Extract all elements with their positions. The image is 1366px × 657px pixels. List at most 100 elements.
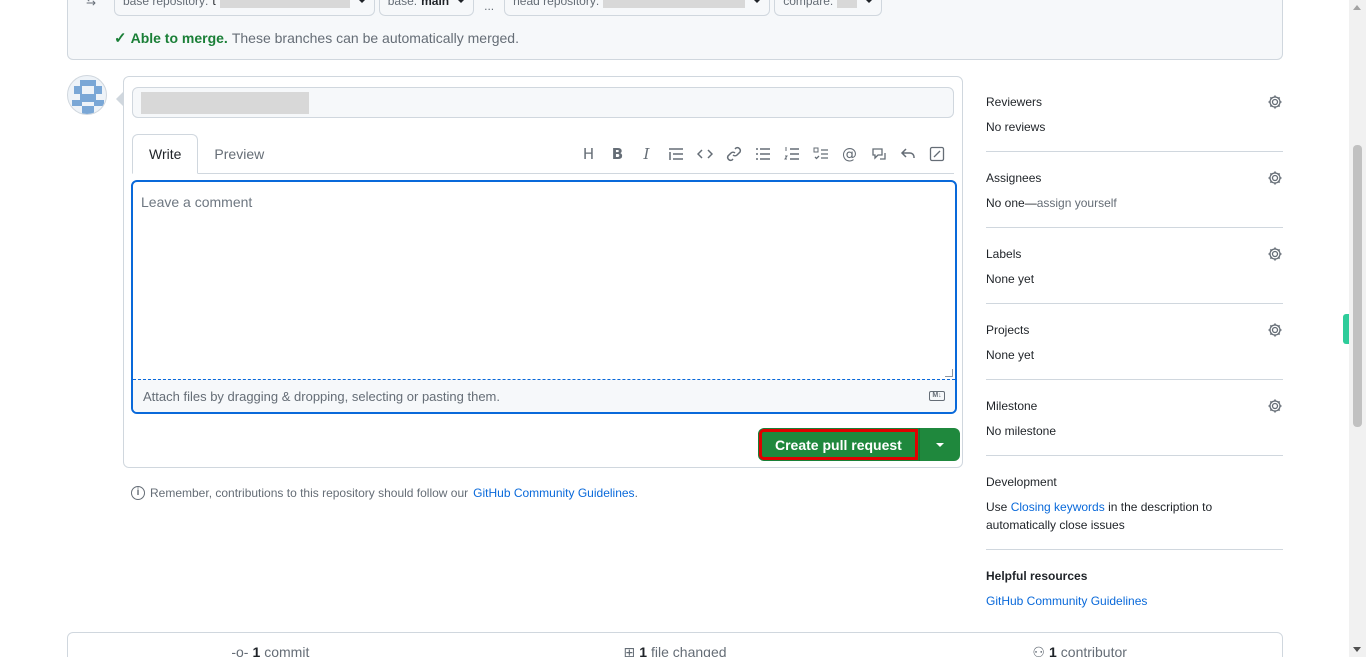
redacted-text xyxy=(219,0,350,8)
sidebar-assignees: Assignees No one—assign yourself xyxy=(986,152,1283,228)
link-icon[interactable] xyxy=(719,143,748,165)
base-branch-label: base: xyxy=(387,0,418,8)
development-title: Development xyxy=(986,475,1057,489)
reviewers-title: Reviewers xyxy=(986,95,1043,109)
pr-stats-bar: -o- 1 commit ⊞ 1 file changed ⚇ 1 contri… xyxy=(67,632,1283,657)
files-count: 1 xyxy=(639,644,648,657)
merge-status: ✓ Able to merge. These branches can be a… xyxy=(114,29,519,47)
base-branch-select[interactable]: base: main xyxy=(378,0,475,16)
tab-preview[interactable]: Preview xyxy=(198,134,280,174)
cross-reference-icon[interactable] xyxy=(864,143,893,165)
closing-keywords-link[interactable]: Closing keywords xyxy=(1011,500,1105,514)
assignees-value: No one—assign yourself xyxy=(986,194,1283,212)
milestone-value: No milestone xyxy=(986,424,1057,438)
assignees-title: Assignees xyxy=(986,171,1042,185)
scrollbar-thumb[interactable] xyxy=(1353,145,1362,427)
comment-textarea[interactable] xyxy=(133,182,955,378)
redacted-title xyxy=(141,92,309,114)
quote-icon[interactable] xyxy=(661,143,690,165)
bold-icon[interactable]: B xyxy=(603,143,632,165)
slash-command-icon[interactable] xyxy=(922,143,951,165)
milestone-header[interactable]: Milestone xyxy=(986,396,1283,416)
base-repository-value: t xyxy=(212,0,216,8)
assign-yourself-link[interactable]: assign yourself xyxy=(1037,196,1117,210)
base-branch-value: main xyxy=(421,0,450,8)
assignees-none: No one— xyxy=(986,196,1037,210)
gear-icon[interactable] xyxy=(1267,170,1283,186)
base-repository-label: base repository: xyxy=(123,0,209,8)
guidelines-link[interactable]: GitHub Community Guidelines xyxy=(473,486,634,500)
files-stat[interactable]: ⊞ 1 file changed xyxy=(473,633,878,657)
tab-write[interactable]: Write xyxy=(132,134,199,174)
helpful-resources-body: GitHub Community Guidelines xyxy=(986,592,1283,610)
reviewers-header[interactable]: Reviewers xyxy=(986,92,1283,112)
labels-title: Labels xyxy=(986,247,1022,261)
editor-tabs: Write Preview xyxy=(132,134,280,174)
compare-branch-select[interactable]: compare: xyxy=(774,0,883,16)
italic-icon[interactable]: I xyxy=(632,143,661,165)
redacted-text xyxy=(837,0,858,8)
markdown-icon[interactable]: M↓ xyxy=(929,391,945,401)
create-pull-request-button[interactable]: Create pull request xyxy=(758,428,919,461)
markdown-toolbar: H B I @ xyxy=(574,143,951,165)
development-prefix: Use xyxy=(986,500,1011,514)
unordered-list-icon[interactable] xyxy=(748,143,777,165)
projects-header[interactable]: Projects xyxy=(986,320,1283,340)
avatar[interactable] xyxy=(67,75,107,115)
resize-handle[interactable] xyxy=(945,369,953,377)
gear-icon[interactable] xyxy=(1267,246,1283,262)
labels-header[interactable]: Labels xyxy=(986,244,1283,264)
projects-value: None yet xyxy=(986,348,1035,362)
heading-icon[interactable]: H xyxy=(574,143,603,165)
sidebar-projects: Projects None yet xyxy=(986,304,1283,380)
commits-stat[interactable]: -o- 1 commit xyxy=(68,633,473,657)
sidebar-labels: Labels None yet xyxy=(986,228,1283,304)
chevron-down-icon xyxy=(865,0,874,3)
commits-count: 1 xyxy=(252,644,261,657)
reply-icon[interactable] xyxy=(893,143,922,165)
comment-editor: Attach files by dragging & dropping, sel… xyxy=(131,180,957,414)
head-repository-label: head repository: xyxy=(513,0,600,8)
community-guidelines-link[interactable]: GitHub Community Guidelines xyxy=(986,594,1147,608)
guidelines-text: Remember, contributions to this reposito… xyxy=(150,486,469,500)
development-value: Use Closing keywords in the description … xyxy=(986,498,1283,534)
files-label: file changed xyxy=(651,644,727,657)
gear-icon[interactable] xyxy=(1267,322,1283,338)
gear-icon[interactable] xyxy=(1267,398,1283,414)
contributors-label: contributor xyxy=(1060,644,1127,657)
pull-request-form: Write Preview H B I @ Leave a comment At… xyxy=(116,76,963,468)
contributors-count: 1 xyxy=(1048,644,1057,657)
create-pull-request-group: Create pull request xyxy=(758,428,960,461)
base-repository-select[interactable]: base repository: t xyxy=(114,0,375,16)
compare-row: ⇆ base repository: t base: main ‹... hea… xyxy=(86,0,883,16)
head-repository-select[interactable]: head repository: xyxy=(504,0,771,16)
commits-label: commit xyxy=(264,644,310,657)
guidelines-suffix: . xyxy=(634,486,638,500)
mention-icon[interactable]: @ xyxy=(835,143,864,165)
chevron-down-icon xyxy=(935,442,944,447)
compare-arrows-icon: ⇆ xyxy=(86,0,97,8)
scroll-down-arrow[interactable] xyxy=(1353,647,1361,652)
sidebar-reviewers: Reviewers No reviews xyxy=(986,88,1283,152)
attach-files-bar[interactable]: Attach files by dragging & dropping, sel… xyxy=(133,379,955,412)
compare-arrow: ‹... xyxy=(478,0,500,12)
projects-title: Projects xyxy=(986,323,1030,337)
file-diff-icon: ⊞ xyxy=(623,643,636,657)
merge-ok-text: Able to merge. xyxy=(130,30,228,46)
title-input[interactable] xyxy=(132,87,954,118)
gear-icon[interactable] xyxy=(1267,94,1283,110)
task-list-icon[interactable] xyxy=(806,143,835,165)
sidebar-development: Development Use Closing keywords in the … xyxy=(986,456,1283,550)
assignees-header[interactable]: Assignees xyxy=(986,168,1283,188)
contributors-stat[interactable]: ⚇ 1 contributor xyxy=(877,633,1282,657)
redacted-text xyxy=(603,0,746,8)
labels-value: None yet xyxy=(986,272,1035,286)
people-icon: ⚇ xyxy=(1032,643,1045,657)
code-icon[interactable] xyxy=(690,143,719,165)
sidebar: Reviewers No reviews Assignees No one—as… xyxy=(986,88,1283,625)
create-options-dropdown[interactable] xyxy=(918,428,960,461)
compare-box: ⇆ base repository: t base: main ‹... hea… xyxy=(67,0,1283,60)
page-scrollbar[interactable] xyxy=(1349,0,1366,657)
scroll-up-arrow[interactable] xyxy=(1353,5,1361,10)
ordered-list-icon[interactable] xyxy=(777,143,806,165)
